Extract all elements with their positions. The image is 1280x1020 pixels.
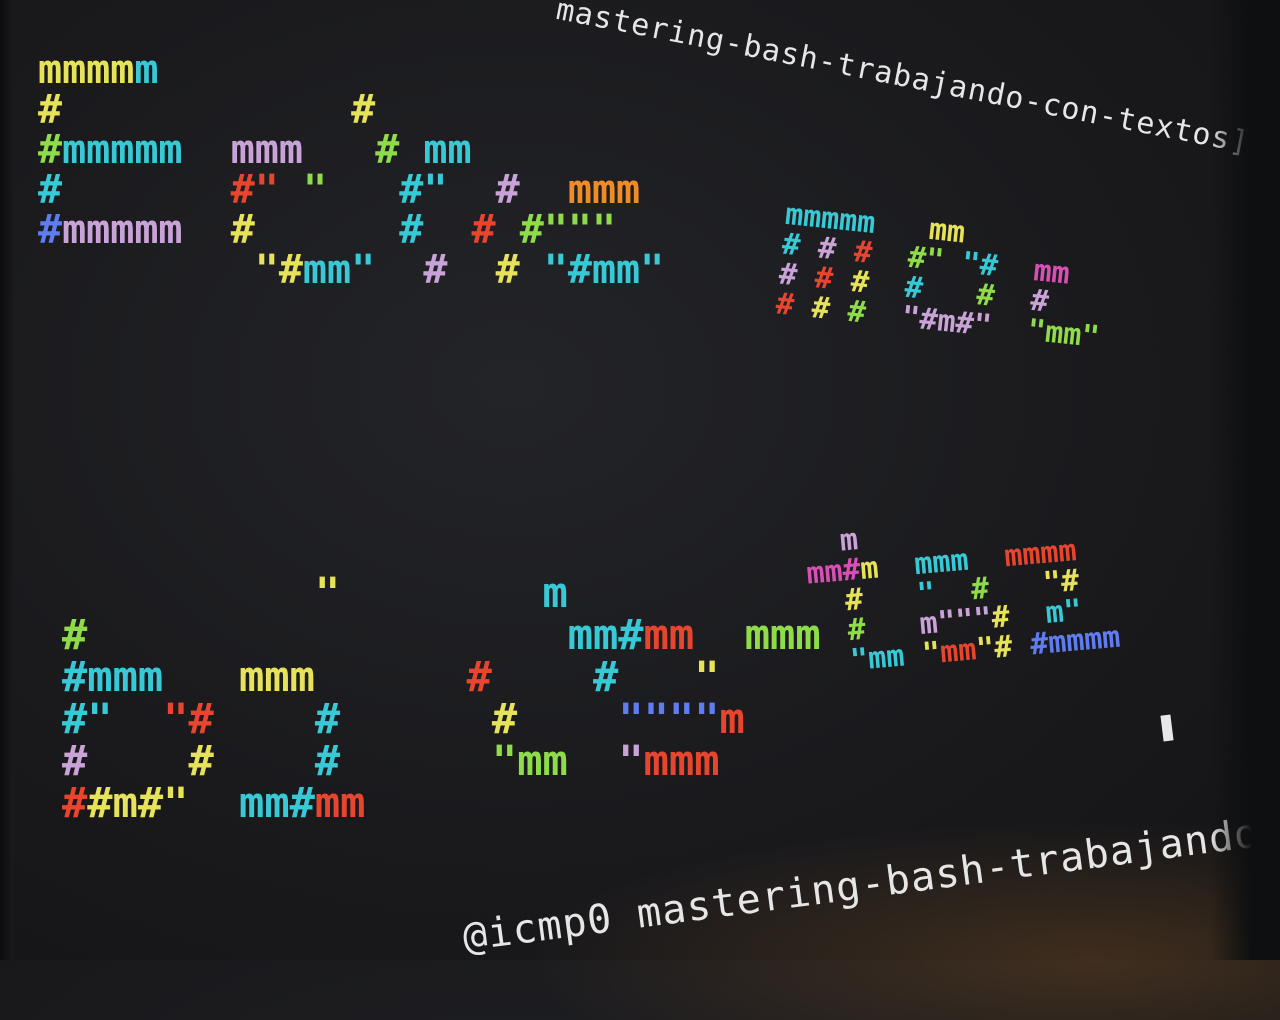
monitor-bezel-left: [0, 0, 14, 960]
cursor-block-icon: [1160, 714, 1174, 742]
ascii-art-row2: " m # mm#mm mmm #mmm mmm # # " #" "# # #…: [62, 568, 821, 827]
ascii-art-row1: mmmmm # # #mmmmm mmm # mm # #" " #" # mm…: [38, 47, 665, 293]
monitor-bezel-right: [1210, 0, 1280, 960]
ascii-art-row1-right: mmmmm mm # # # #" "# mm # # # # # # # # …: [774, 196, 1102, 356]
ascii-art-row2-right: m mm#m mmm mmmm # " # "# # m"""# m" "mm …: [804, 522, 1122, 679]
